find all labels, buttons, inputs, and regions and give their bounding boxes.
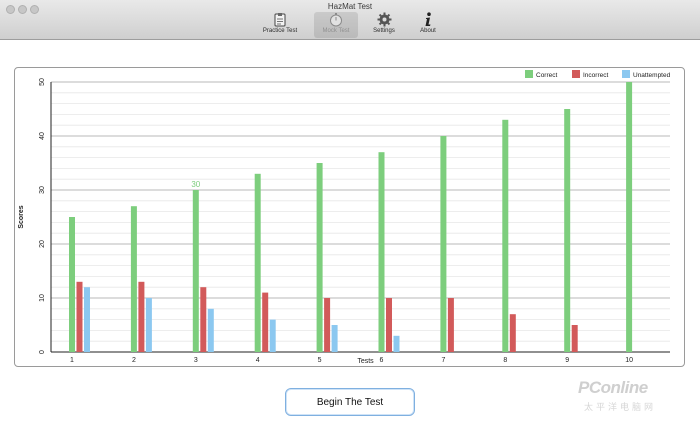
window-titlebar: HazMat Test Practice Test Mock Test Sett… bbox=[0, 0, 700, 40]
data-label: 30 bbox=[191, 180, 200, 189]
legend-swatch-correct bbox=[525, 70, 533, 78]
y-tick-label: 50 bbox=[39, 78, 46, 86]
bar-unattempted-5 bbox=[331, 325, 338, 352]
bar-correct-1 bbox=[69, 217, 75, 352]
x-tick-label: 8 bbox=[503, 357, 507, 364]
x-tick-label: 2 bbox=[132, 357, 136, 364]
x-tick-label: 1 bbox=[70, 357, 74, 364]
bar-incorrect-7 bbox=[447, 298, 454, 352]
bar-correct-4 bbox=[254, 173, 261, 352]
bar-unattempted-6 bbox=[393, 335, 400, 352]
toolbar-about-label: About bbox=[420, 28, 436, 34]
bar-incorrect-2 bbox=[138, 281, 145, 352]
bar-unattempted-4 bbox=[269, 319, 276, 352]
watermark-main: PConline bbox=[578, 378, 648, 397]
toolbar-practice-test-label: Practice Test bbox=[262, 28, 298, 34]
y-tick-label: 40 bbox=[39, 132, 46, 140]
score-bar-chart: 0 10 20 30 40 50 Scores 1 2 3 4 5 6 7 8 9 10 30 Tests Corre… bbox=[18, 70, 671, 365]
legend-label-unattempted: Unattempted bbox=[633, 72, 671, 79]
bar-incorrect-8 bbox=[509, 314, 516, 352]
x-tick-label: 3 bbox=[194, 357, 198, 364]
window-title: HazMat Test bbox=[327, 2, 373, 11]
bar-unattempted-2 bbox=[145, 298, 152, 352]
stopwatch-icon bbox=[314, 12, 358, 27]
clipboard-icon bbox=[258, 12, 302, 27]
x-tick-label: 7 bbox=[441, 357, 445, 364]
watermark-sub: 太平洋电脑网 bbox=[584, 402, 657, 412]
bar-correct-9 bbox=[564, 109, 571, 352]
bar-correct-7 bbox=[440, 136, 447, 352]
toolbar-settings-label: Settings bbox=[373, 28, 395, 34]
bar-unattempted-1 bbox=[84, 287, 90, 352]
y-axis-title: Scores bbox=[18, 205, 25, 228]
gear-icon bbox=[362, 12, 406, 27]
bar-correct-2 bbox=[130, 206, 137, 352]
bar-correct-5 bbox=[316, 163, 323, 352]
bar-correct-10 bbox=[626, 82, 633, 352]
toolbar-about[interactable]: About bbox=[406, 12, 450, 38]
toolbar-mock-test[interactable]: Mock Test bbox=[314, 12, 358, 38]
bar-incorrect-6 bbox=[386, 298, 392, 352]
bar-correct-8 bbox=[502, 119, 509, 352]
bar-correct-6 bbox=[378, 152, 385, 352]
y-tick-label: 30 bbox=[39, 186, 46, 194]
bar-correct-3 bbox=[192, 190, 199, 352]
score-chart-panel: 0 10 20 30 40 50 Scores 1 2 3 4 5 6 7 8 9 10 30 Tests Corre… bbox=[14, 67, 685, 367]
legend-swatch-incorrect bbox=[572, 70, 580, 78]
bar-incorrect-1 bbox=[76, 281, 83, 352]
info-icon bbox=[406, 12, 450, 27]
y-tick-label: 20 bbox=[39, 240, 46, 248]
toolbar-mock-test-label: Mock Test bbox=[322, 28, 350, 34]
x-axis-title: Tests bbox=[357, 358, 374, 365]
bar-incorrect-4 bbox=[262, 292, 269, 352]
x-tick-label: 6 bbox=[380, 357, 384, 364]
y-tick-label: 0 bbox=[39, 350, 46, 354]
legend-label-correct: Correct bbox=[536, 72, 558, 79]
bar-incorrect-3 bbox=[200, 287, 207, 352]
legend-swatch-unattempted bbox=[622, 70, 630, 78]
begin-test-button[interactable]: Begin The Test bbox=[285, 388, 415, 416]
legend-label-incorrect: Incorrect bbox=[583, 72, 608, 79]
bar-incorrect-9 bbox=[571, 325, 578, 352]
x-tick-label: 5 bbox=[318, 357, 322, 364]
bar-incorrect-5 bbox=[324, 298, 331, 352]
watermark-logo: PConline 太平洋电脑网 bbox=[578, 378, 688, 424]
bar-unattempted-3 bbox=[207, 308, 214, 352]
x-tick-label: 10 bbox=[625, 357, 633, 364]
toolbar-practice-test[interactable]: Practice Test bbox=[258, 12, 302, 38]
y-tick-label: 10 bbox=[39, 294, 46, 302]
toolbar-settings[interactable]: Settings bbox=[362, 12, 406, 38]
x-tick-label: 4 bbox=[256, 357, 260, 364]
x-tick-label: 9 bbox=[565, 357, 569, 364]
